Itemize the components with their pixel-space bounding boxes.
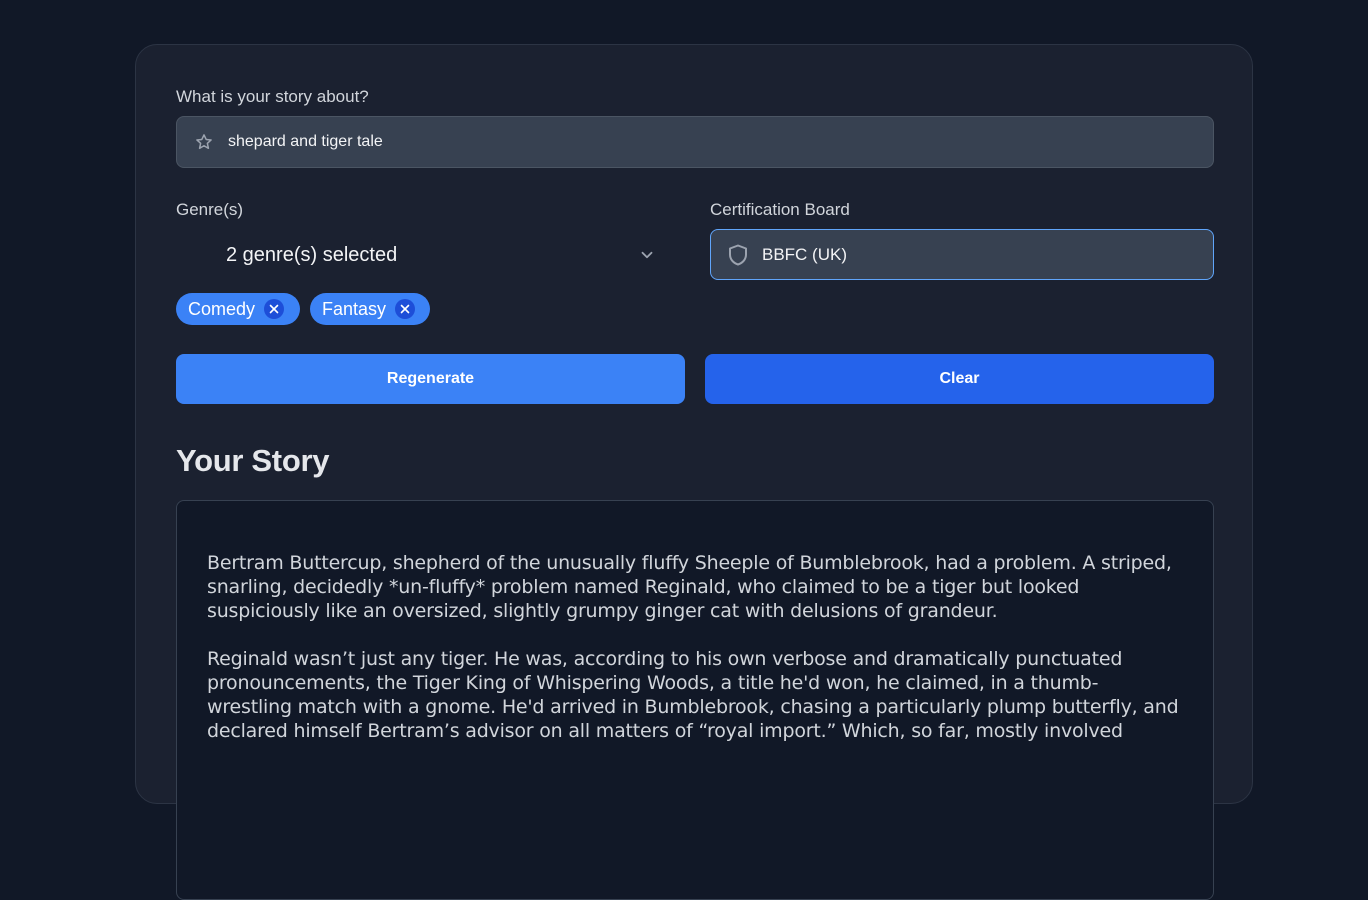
- genre-chip-fantasy: Fantasy: [310, 293, 430, 325]
- story-output[interactable]: Bertram Buttercup, shepherd of the unusu…: [176, 500, 1214, 900]
- genre-chip-label: Comedy: [188, 298, 256, 319]
- topic-input[interactable]: [226, 132, 1130, 152]
- close-icon[interactable]: [395, 299, 416, 319]
- topic-input-field[interactable]: [176, 116, 1214, 168]
- cert-label: Certification Board: [710, 200, 850, 219]
- regenerate-button[interactable]: Regenerate: [176, 354, 685, 404]
- story-heading: Your Story: [176, 443, 330, 478]
- topic-label: What is your story about?: [176, 87, 369, 106]
- close-icon[interactable]: [264, 299, 285, 319]
- genre-label: Genre(s): [176, 200, 244, 219]
- genre-chip-comedy: Comedy: [176, 293, 300, 325]
- genre-select[interactable]: 2 genre(s) selected: [176, 229, 676, 281]
- genre-summary: 2 genre(s) selected: [226, 243, 398, 266]
- chevron-down-icon: [638, 246, 656, 264]
- story-paragraph: Reginald wasn’t just any tiger. He was, …: [207, 648, 1179, 742]
- star-icon: [195, 133, 213, 151]
- story-paragraph: Bertram Buttercup, shepherd of the unusu…: [207, 552, 1172, 622]
- clear-button[interactable]: Clear: [705, 354, 1214, 404]
- genre-chip-label: Fantasy: [322, 298, 387, 319]
- cert-value: BBFC (UK): [762, 244, 847, 264]
- cert-select[interactable]: BBFC (UK): [710, 229, 1214, 280]
- shield-icon: [726, 243, 750, 267]
- story-form-card: What is your story about? Genre(s) 2 gen…: [135, 44, 1253, 900]
